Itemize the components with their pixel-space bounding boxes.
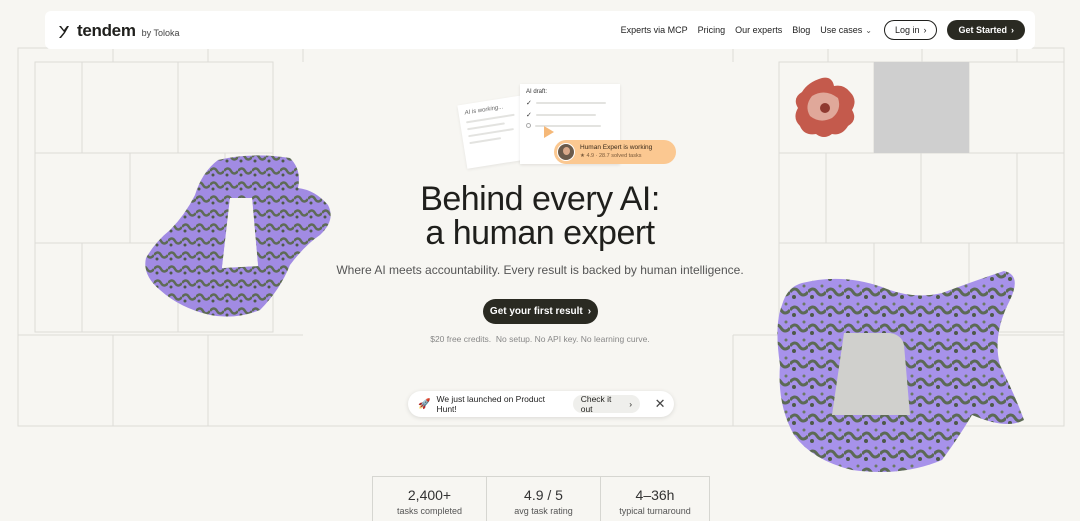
nav-links: Experts via MCP Pricing Our experts Blog… xyxy=(621,20,1025,40)
brand-name: tendem xyxy=(77,20,136,40)
check-icon: ✓ xyxy=(526,100,532,107)
expert-avatar xyxy=(557,143,575,161)
stat-label: typical turnaround xyxy=(619,506,691,516)
product-hunt-toast: 🚀 We just launched on Product Hunt! Chec… xyxy=(408,391,674,417)
expert-status-meta: ★ 4.9 · 28.7 solved tasks xyxy=(580,153,642,159)
tendem-logo-icon xyxy=(59,25,69,38)
brand-by-label: by Toloka xyxy=(141,27,180,38)
hero-title-line-2: a human expert xyxy=(425,214,655,252)
get-started-label: Get Started xyxy=(958,25,1007,35)
cta-note: $20 free credits. No setup. No API key. … xyxy=(430,334,650,344)
get-first-result-button[interactable]: Get your first result › xyxy=(483,299,598,324)
stat-label: avg task rating xyxy=(514,506,573,516)
expert-status-title: Human Expert is working xyxy=(580,144,653,151)
stats-row: 2,400+ tasks completed 4.9 / 5 avg task … xyxy=(372,476,710,521)
check-it-out-label: Check it out xyxy=(580,394,612,414)
stat-avg-task-rating: 4.9 / 5 avg task rating xyxy=(486,476,600,521)
nav-link-our-experts[interactable]: Our experts xyxy=(735,25,782,35)
stat-value: 4–36h xyxy=(635,487,675,503)
chevron-right-icon: › xyxy=(629,399,633,409)
chevron-right-icon: › xyxy=(1011,25,1014,35)
ai-draft-label: AI draft: xyxy=(526,89,548,95)
login-button[interactable]: Log in › xyxy=(883,20,938,40)
hero-subtitle: Where AI meets accountability. Every res… xyxy=(336,263,744,277)
nav-link-experts-via-mcp[interactable]: Experts via MCP xyxy=(621,25,688,35)
chevron-right-icon: › xyxy=(923,25,927,35)
nav-link-blog[interactable]: Blog xyxy=(792,25,810,35)
use-cases-label: Use cases xyxy=(820,25,863,35)
hero-title-line-1: Behind every AI: xyxy=(420,180,660,218)
get-started-button[interactable]: Get Started › xyxy=(947,20,1025,40)
stat-value: 4.9 / 5 xyxy=(524,487,563,503)
check-it-out-button[interactable]: Check it out › xyxy=(572,394,641,414)
check-icon: ✓ xyxy=(526,112,532,119)
hero-title: Behind every AI: a human expert xyxy=(0,182,1080,250)
play-cursor-icon xyxy=(544,126,554,138)
nav-use-cases-dropdown[interactable]: Use cases ⌄ xyxy=(820,25,872,35)
right-decorative-blob xyxy=(777,271,1024,473)
toast-text: We just launched on Product Hunt! xyxy=(436,394,545,414)
top-navbar: tendem by Toloka Experts via MCP Pricing… xyxy=(45,11,1035,49)
stat-tasks-completed: 2,400+ tasks completed xyxy=(372,476,486,521)
chevron-down-icon: ⌄ xyxy=(865,25,872,35)
cta-label: Get your first result xyxy=(489,306,583,317)
pending-circle-icon xyxy=(526,123,531,128)
login-label: Log in xyxy=(894,25,920,35)
close-icon[interactable]: ✕ xyxy=(654,396,666,412)
stat-label: tasks completed xyxy=(396,506,463,516)
brand-logo[interactable]: tendem by Toloka xyxy=(57,22,180,39)
nav-link-pricing[interactable]: Pricing xyxy=(698,25,726,35)
human-expert-status-pill: Human Expert is working ★ 4.9 · 28.7 sol… xyxy=(554,140,676,164)
rocket-icon: 🚀 xyxy=(418,398,431,410)
stat-value: 2,400+ xyxy=(407,487,452,503)
red-sculpture-image xyxy=(795,77,855,137)
stat-typical-turnaround: 4–36h typical turnaround xyxy=(600,476,710,521)
chevron-right-icon: › xyxy=(587,306,592,317)
